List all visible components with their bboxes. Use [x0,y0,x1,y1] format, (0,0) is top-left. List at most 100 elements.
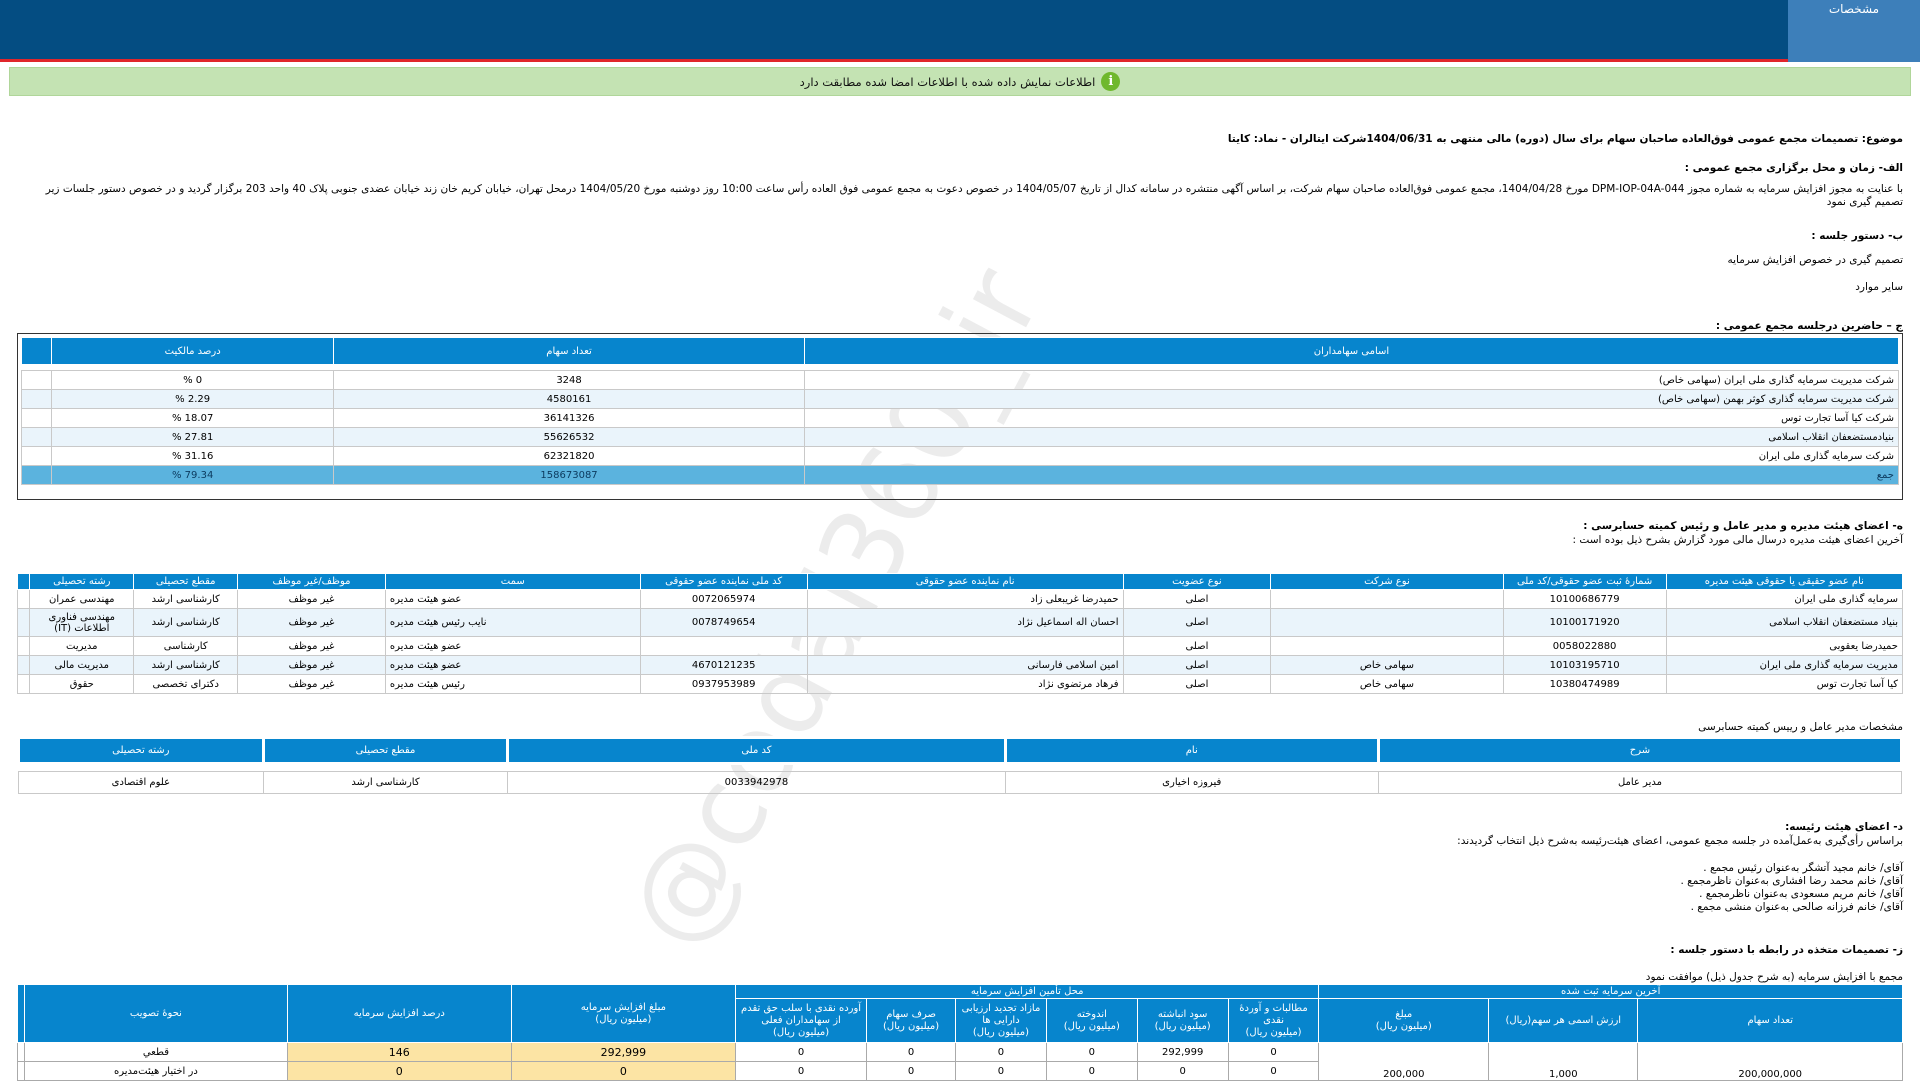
table-cell [639,636,808,656]
table-cell: غیر موظف [237,655,386,675]
table-cell: غیر موظف [237,674,386,694]
table-row: کیا آسا تجارت توس 10380474989 سهامی خاص اصل… [16,674,1904,694]
table-row: شرکت مدیریت سرمایه گذاری کوثر بهمن (سهام… [20,389,1900,409]
table-cell: کیا آسا تجارت توس [1665,674,1904,694]
table-cell [16,636,31,656]
table-cell [16,589,31,609]
table-header-cell: مطالبات و آوردهٔ نقدی (میلیون ریال) [1227,998,1320,1043]
table-header-cell: ارزش اسمی هر سهم(ریال) [1488,998,1639,1043]
table-cell: 0033942978 [507,771,1006,794]
table-cell: اصلی [1122,608,1272,637]
section-d-title: ه- اعضای هیئت مدیره و مدیر عامل و رئیس ک… [1583,520,1903,532]
table-cell: سهامی خاص [1270,674,1504,694]
table-header-cell: نوع عضویت [1122,573,1272,590]
table-header-cell [20,337,53,365]
table-header-cell: نام [1003,736,1380,765]
table-cell: شرکت سرمایه گذاری ملی ایران [803,446,1900,466]
table-cell [1270,636,1504,656]
table-cell: سرمایه گذاری ملی ایران [1665,589,1904,609]
table-cell: اصلی [1122,655,1272,675]
table-cell: 0 [1045,1042,1138,1062]
table-row: شرکت مدیریت سرمایه گذاری ملی ایران (سهام… [20,370,1900,390]
table-header-cell: نوع شرکت [1270,573,1504,590]
table-header-cell: محل تأمین افزایش سرمایه [734,984,1320,999]
table-header-cell: آخرین سرمایه ثبت شده [1318,984,1903,999]
table-cell: غیر موظف [237,589,386,609]
table-cell: 4580161 [333,389,805,409]
watermark: @codal360_ir [602,248,1066,968]
table-header-cell: اندوخته (میلیون ریال) [1045,998,1138,1043]
table-cell: 10380474989 [1502,674,1667,694]
col-ownership-percent: درصد مالکیت [51,337,335,365]
table-cell: 55626532 [333,427,805,447]
table-cell: 10103195710 [1502,655,1667,675]
ceo-table: شرح نام کد ملی مقطع تحصیلی رشته تحصیلی م… [17,736,1904,794]
table-row: بنیادمستضعفان انقلاب اسلامی 55626532 27.… [20,427,1900,447]
table-header-cell: مبلغ (میلیون ریال) [1318,998,1490,1043]
table-header-cell: سود انباشته (میلیون ریال) [1136,998,1229,1043]
table-row: حمیدرضا یعقوبی 0058022880 اصلی عضو هیئت مدی… [16,636,1904,656]
ceo-section-title: مشخصات مدیر عامل و رییس کمیته حسابرسی [1698,721,1903,733]
table-cell: کارشناسی ارشد [262,771,509,794]
table-cell: مهندسی عمران [29,589,135,609]
board-table: نام عضو حقیقی یا حقوقی هیئت مدیره شمارهٔ… [16,573,1904,694]
table-cell: 27.81 % [51,427,335,447]
table-header-row: شرح نام کد ملی مقطع تحصیلی رشته تحصیلی [17,736,1904,765]
table-cell: شرکت کیا آسا تجارت توس [803,408,1900,428]
table-cell: کارشناسی ارشد [133,589,239,609]
table-cell: 10100171920 [1502,608,1667,637]
table-cell: بنیاد مستضعفان انقلاب اسلامی [1665,608,1904,637]
table-cell: 292,999 [1136,1042,1229,1062]
section-f-subtitle: مجمع با افزایش سرمایه (به شرح جدول ذیل) … [1645,971,1903,983]
section-e-title: د- اعضای هیئت رئیسه: [1785,821,1903,833]
table-cell [16,1042,26,1062]
section-a-title: الف- زمان و محل برگزاری مجمع عمومی : [1684,162,1903,174]
agenda-item: تصمیم گیری در خصوص افزایش سرمایه [1727,254,1903,266]
table-cell: مهندسی فناوری اطلاعات (IT) [29,608,135,637]
table-cell: 0 % [51,370,335,390]
table-row: آخرین سرمایه ثبت شده محل تأمین افزایش سر… [16,984,1903,1043]
table-cell [1270,608,1504,637]
table-cell: مدیریت سرمایه گذاری ملی ایران [1665,655,1904,675]
table-header-cell: سمت [384,573,641,590]
table-cell: 0058022880 [1502,636,1667,656]
table-header-cell [16,984,26,1043]
table-cell: 0 [734,1061,868,1081]
table-cell: 0072065974 [639,589,808,609]
table-cell: 0 [1227,1042,1320,1062]
table-header-cell: کد ملی [506,736,1007,765]
col-shareholder-names: اسامی سهامداران [803,337,1900,365]
table-cell: احسان اله اسماعیل نژاد [806,608,1124,637]
table-cell: 10100686779 [1502,589,1667,609]
table-cell: 0 [866,1042,957,1062]
table-cell: 2.29 % [51,389,335,409]
table-cell [20,427,53,447]
table-cell: نایب رئیس هیئت مدیره [384,608,641,637]
table-cell: حقوق [29,674,135,694]
table-cell: 0 [510,1061,736,1081]
table-header-cell: نام نماینده عضو حقوقی [806,573,1124,590]
table-cell [20,408,53,428]
table-cell: اصلی [1122,674,1272,694]
agenda-item: سایر موارد [1855,281,1903,293]
table-header-cell: کد ملی نماینده عضو حقوقی [639,573,808,590]
table-cell: در اختيار هيئت‌مديره [24,1061,288,1081]
table-cell: حمیدرضا غریبعلی زاد [806,589,1124,609]
table-row: مدیریت سرمایه گذاری ملی ایران 10103195710… [16,655,1904,675]
total-row: جمع 158673087 79.34 % [20,465,1900,485]
table-header-cell: مقطع تحصیلی [261,736,510,765]
subject-title: موضوع: تصمیمات مجمع عمومی فوق‌العاده صاح… [1227,133,1903,145]
table-cell: 79.34 % [51,465,335,485]
table-cell: 0 [1045,1061,1138,1081]
section-f-title: ز- تصمیمات متخذه در رابطه با دستور جلسه … [1670,944,1903,956]
table-cell [20,465,53,485]
section-a-text: با عنایت به مجوز افزایش سرمایه به شماره … [45,183,1903,208]
table-cell: فرهاد مرتضوی نژاد [806,674,1124,694]
table-cell: غیر موظف [237,636,386,656]
table-cell: حمیدرضا یعقوبی [1665,636,1904,656]
section-d-subtitle: آخرین اعضای هیئت مدیره درسال مالی مورد گ… [1572,534,1903,546]
col-share-count: تعداد سهام [333,337,805,365]
table-header-cell [16,573,31,590]
tab-specifications[interactable]: مشخصات [1788,0,1920,62]
table-cell: غیر موظف [237,608,386,637]
